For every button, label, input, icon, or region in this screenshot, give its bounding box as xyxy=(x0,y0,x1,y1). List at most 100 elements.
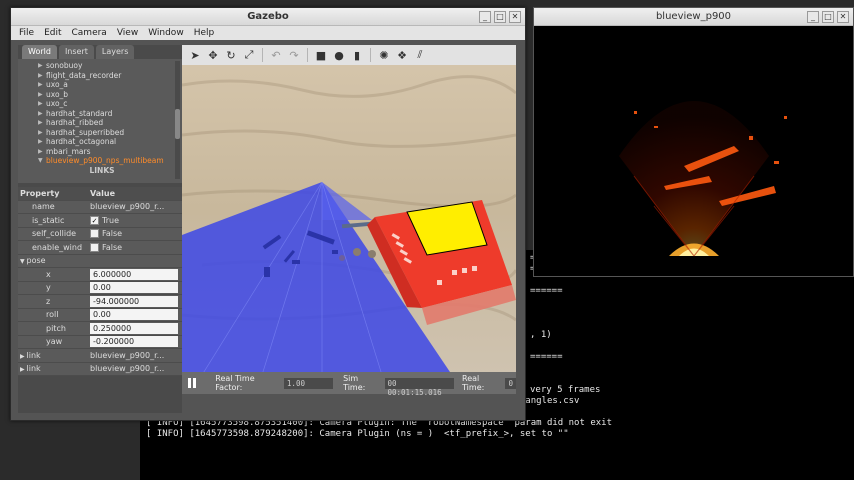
prop-is-static-key: is_static xyxy=(32,215,65,225)
expand-right-icon[interactable]: ▶ xyxy=(38,61,43,71)
point-light-icon[interactable]: ✺ xyxy=(377,48,391,62)
self-collide-checkbox[interactable] xyxy=(90,229,99,239)
model-tree-item[interactable]: ▶ hardhat_octagonal xyxy=(22,137,182,147)
is-static-checkbox[interactable]: ✓ xyxy=(90,215,99,225)
rtf-value: 1.00 xyxy=(283,377,334,389)
menu-help[interactable]: Help xyxy=(194,28,215,38)
desktop: ==================, 1)======very 5 frame… xyxy=(0,0,854,480)
scale-icon[interactable]: ⤢ xyxy=(242,48,256,62)
menu-camera[interactable]: Camera xyxy=(72,28,107,38)
prop-link2-value: blueview_p900_r... xyxy=(90,364,165,374)
model-tree-item[interactable]: ▶ mbari_mars xyxy=(22,147,182,157)
scene-toolbar: ➤ ✥ ↻ ⤢ ↶ ↷ ■ ● ▮ ✺ ❖ ⫽ xyxy=(182,45,516,65)
expand-right-icon[interactable]: ▶ xyxy=(38,147,43,157)
model-tree-label: uxo_c xyxy=(46,99,68,108)
blueview-close-icon[interactable]: ✕ xyxy=(837,11,849,23)
directional-light-icon[interactable]: ⫽ xyxy=(413,48,427,62)
maximize-icon[interactable]: □ xyxy=(494,11,506,23)
prop-x-key: x xyxy=(46,269,51,279)
prop-link1-key[interactable]: ▶ link xyxy=(18,351,90,360)
redo-icon[interactable]: ↷ xyxy=(287,48,301,62)
expand-right-icon[interactable]: ▶ xyxy=(38,137,43,147)
model-tree-label: flight_data_recorder xyxy=(46,70,122,80)
prop-enable-wind-value: False xyxy=(102,242,123,252)
model-tree-label: blueview_p900_nps_multibeam xyxy=(46,156,164,165)
left-panel: World Insert Layers ▶ sonobuoy ▶ flight_dat… xyxy=(18,45,182,413)
model-tree-label: hardhat_standard xyxy=(46,108,113,118)
prop-pitch-key: pitch xyxy=(46,323,66,333)
tree-scrollbar[interactable] xyxy=(175,61,180,179)
expand-right-icon[interactable]: ▶ xyxy=(38,99,43,109)
model-tree-item[interactable]: ▶ sonobuoy xyxy=(22,61,182,71)
model-tree-label: hardhat_ribbed xyxy=(46,118,104,127)
links-label: LINKS xyxy=(89,165,115,175)
spot-light-icon[interactable]: ❖ xyxy=(395,48,409,62)
tab-world[interactable]: World xyxy=(22,45,57,59)
prop-name-value: blueview_p900_r... xyxy=(90,202,165,212)
box-icon[interactable]: ■ xyxy=(314,48,328,62)
sim-time-value: 00 00:01:15.016 xyxy=(384,377,455,397)
model-tree-label: sonobuoy xyxy=(46,61,83,70)
blueview-titlebar[interactable]: blueview_p900 _ □ ✕ xyxy=(534,8,853,26)
header-property: Property xyxy=(20,188,60,198)
x-field[interactable]: 6.000000 xyxy=(90,268,178,280)
model-tree-item[interactable]: ▶ flight_data_recorder xyxy=(22,71,182,81)
pose-label: pose xyxy=(26,256,46,266)
blueview-window: blueview_p900 _ □ ✕ xyxy=(533,7,854,277)
roll-field[interactable]: 0.00 xyxy=(90,309,178,321)
expand-right-icon[interactable]: ▶ xyxy=(38,90,43,100)
link1-label: link xyxy=(26,350,41,360)
gazebo-titlebar[interactable]: Gazebo _ □ ✕ xyxy=(11,8,525,26)
tab-insert[interactable]: Insert xyxy=(58,45,94,59)
real-time-label: Real Time: xyxy=(462,374,485,392)
terminal-line: [ INFO] [1645773598.879248200]: Camera P… xyxy=(146,429,848,440)
rtf-label: Real Time Factor: xyxy=(215,374,255,392)
blueview-maximize-icon[interactable]: □ xyxy=(822,11,834,23)
pitch-field[interactable]: 0.250000 xyxy=(90,322,178,334)
expand-down-icon[interactable]: ▼ xyxy=(38,156,43,166)
cylinder-icon[interactable]: ▮ xyxy=(350,48,364,62)
expand-right-icon[interactable]: ▶ xyxy=(38,80,43,90)
expand-right-icon[interactable]: ▶ xyxy=(38,128,43,138)
expand-right-icon[interactable]: ▶ xyxy=(38,118,43,128)
sphere-icon[interactable]: ● xyxy=(332,48,346,62)
terminal-line-text: [ INFO] [1645773598.879248200]: Camera P… xyxy=(146,429,569,439)
blueview-minimize-icon[interactable]: _ xyxy=(807,11,819,23)
model-tree-item[interactable]: ▶ hardhat_standard xyxy=(22,109,182,119)
scene-viewport[interactable] xyxy=(182,45,516,379)
prop-self-collide-key: self_collide xyxy=(32,229,77,239)
minimize-icon[interactable]: _ xyxy=(479,11,491,23)
model-tree-item[interactable]: ▶ uxo_b xyxy=(22,90,182,100)
menu-window[interactable]: Window xyxy=(148,28,184,38)
prop-link2-key[interactable]: ▶ link xyxy=(18,364,90,373)
yaw-field[interactable]: -0.200000 xyxy=(90,336,178,348)
y-field[interactable]: 0.00 xyxy=(90,282,178,294)
scene-render xyxy=(182,45,516,376)
z-field[interactable]: -94.000000 xyxy=(90,295,178,307)
menu-edit[interactable]: Edit xyxy=(44,28,61,38)
tab-layers[interactable]: Layers xyxy=(95,45,135,59)
link2-label: link xyxy=(26,364,41,374)
enable-wind-checkbox[interactable] xyxy=(90,242,99,252)
model-tree-label: uxo_b xyxy=(46,89,69,99)
model-tree-item[interactable]: ▶ uxo_c xyxy=(22,99,182,109)
model-tree-label: hardhat_octagonal xyxy=(46,137,117,146)
model-tree-item[interactable]: ▼ blueview_p900_nps_multibeam xyxy=(22,156,182,166)
expand-right-icon[interactable]: ▶ xyxy=(38,71,43,81)
terminal-line-overflow: , 1) xyxy=(530,330,552,340)
menu-view[interactable]: View xyxy=(117,28,138,38)
sonar-image xyxy=(534,26,853,276)
rotate-icon[interactable]: ↻ xyxy=(224,48,238,62)
menu-file[interactable]: File xyxy=(19,28,34,38)
close-icon[interactable]: ✕ xyxy=(509,11,521,23)
model-tree-item[interactable]: ▶ hardhat_ribbed xyxy=(22,118,182,128)
expand-right-icon[interactable]: ▶ xyxy=(38,109,43,119)
model-tree-item[interactable]: ▶ uxo_a xyxy=(22,80,182,90)
select-arrow-icon[interactable]: ➤ xyxy=(188,48,202,62)
pause-icon[interactable] xyxy=(186,377,197,389)
prop-pose-key[interactable]: ▼ pose xyxy=(18,256,90,265)
undo-icon[interactable]: ↶ xyxy=(269,48,283,62)
translate-icon[interactable]: ✥ xyxy=(206,48,220,62)
model-tree-item[interactable]: ▶ hardhat_superribbed xyxy=(22,128,182,138)
prop-name-key: name xyxy=(32,202,55,212)
